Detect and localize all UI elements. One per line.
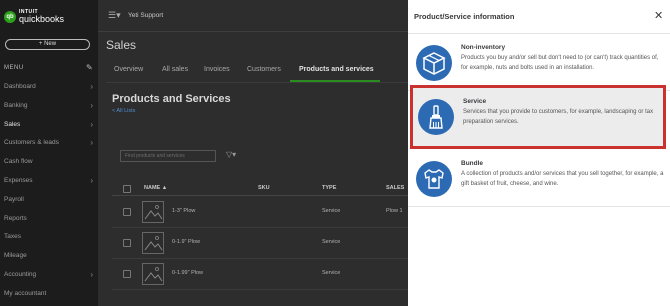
- cell-type: Service: [322, 208, 341, 214]
- sidebar-item-my-accountant[interactable]: My accountant: [0, 285, 98, 303]
- sidebar-item-label: Accounting: [4, 271, 37, 278]
- sidebar-item-taxes[interactable]: Taxes: [0, 228, 98, 246]
- sidebar-item-reports[interactable]: Reports: [0, 210, 98, 228]
- tab-customers[interactable]: Customers: [247, 66, 281, 73]
- tab-all-sales[interactable]: All sales: [162, 66, 188, 73]
- section-title: Products and Services: [112, 93, 231, 105]
- row-checkbox[interactable]: [123, 239, 131, 247]
- sidebar-item-label: Reports: [4, 214, 27, 222]
- row-checkbox[interactable]: [123, 270, 131, 278]
- left-sidebar: qb INTUIT quickbooks + New MENU ✎ Dashbo…: [0, 0, 98, 306]
- paintbrush-icon: [418, 99, 454, 135]
- chevron-right-icon: ›: [90, 100, 93, 110]
- page-title: Sales: [106, 38, 137, 52]
- sidebar-item-expenses[interactable]: Expenses ›: [0, 172, 98, 190]
- sales-tabs: Overview All sales Invoices Customers Pr…: [98, 66, 408, 80]
- cell-name[interactable]: 0-1.9" Plow: [172, 239, 200, 245]
- product-image-placeholder: [142, 263, 164, 285]
- sidebar-item-label: Customers & leads: [4, 139, 59, 147]
- product-image-placeholder: [142, 232, 164, 254]
- select-all-checkbox[interactable]: [123, 185, 131, 193]
- column-name[interactable]: NAME ▲: [144, 185, 167, 191]
- tab-overview[interactable]: Overview: [114, 66, 143, 73]
- sidebar-item-accounting[interactable]: Accounting ›: [0, 266, 98, 284]
- new-button[interactable]: + New: [5, 39, 90, 50]
- chevron-right-icon: ›: [90, 270, 93, 279]
- sidebar-item-sales[interactable]: Sales ›: [0, 116, 98, 134]
- option-description: Products you buy and/or sell but don't n…: [461, 55, 659, 71]
- menu-header: MENU: [4, 65, 24, 71]
- table-row[interactable]: 0-1.99" Plow Service: [112, 259, 408, 290]
- app-window: qb INTUIT quickbooks + New MENU ✎ Dashbo…: [0, 0, 670, 306]
- image-placeholder-icon: [144, 236, 163, 251]
- table-row[interactable]: 0-1.9" Plow Service: [112, 228, 408, 259]
- sidebar-item-label: Expenses: [4, 177, 33, 184]
- option-service[interactable]: Service Services that you provide to cus…: [410, 85, 666, 149]
- sidebar-item-mileage[interactable]: Mileage: [0, 247, 98, 265]
- search-input[interactable]: Find products and services: [120, 150, 216, 162]
- logo-product-text: quickbooks: [19, 14, 65, 24]
- chevron-right-icon: ›: [90, 82, 93, 91]
- sidebar-item-dashboard[interactable]: Dashboard ›: [0, 78, 98, 96]
- table-header: NAME ▲ SKU TYPE SALES: [112, 182, 408, 196]
- sidebar-item-label: Taxes: [4, 233, 21, 241]
- column-type[interactable]: TYPE: [322, 185, 336, 191]
- cell-name[interactable]: 1-3" Plow: [172, 208, 195, 214]
- product-service-drawer: Product/Service information ✕ Non-invent…: [408, 0, 670, 306]
- option-non-inventory[interactable]: Non-inventory Products you buy and/or se…: [408, 34, 670, 91]
- chevron-right-icon: ›: [90, 119, 93, 129]
- all-lists-link[interactable]: < All Lists: [112, 108, 135, 114]
- sidebar-item-cash-flow[interactable]: Cash flow: [0, 153, 98, 171]
- option-name: Non-inventory: [461, 44, 506, 51]
- sidebar-item-label: Payroll: [4, 195, 24, 203]
- sidebar-item-label: My accountant: [4, 289, 47, 297]
- option-description: A collection of products and/or services…: [461, 171, 664, 187]
- cell-sales: Plow 1: [386, 208, 403, 214]
- company-name[interactable]: Yeti Support: [128, 12, 163, 19]
- hamburger-menu-icon[interactable]: ☰▾: [108, 10, 121, 21]
- image-placeholder-icon: [144, 205, 163, 220]
- cell-type: Service: [322, 270, 341, 276]
- close-icon[interactable]: ✕: [654, 9, 663, 22]
- filter-funnel-icon[interactable]: ▽▾: [226, 150, 236, 159]
- drawer-header: Product/Service information ✕: [408, 0, 670, 34]
- drawer-title: Product/Service information: [414, 12, 515, 21]
- option-name: Service: [463, 98, 487, 105]
- chevron-right-icon: ›: [90, 176, 93, 185]
- column-sales[interactable]: SALES: [386, 185, 404, 191]
- top-bar: ☰▾ Yeti Support: [98, 0, 408, 32]
- tab-invoices[interactable]: Invoices: [204, 66, 230, 73]
- sidebar-item-label: Sales: [4, 120, 21, 128]
- chevron-right-icon: ›: [90, 138, 93, 148]
- sidebar-item-label: Mileage: [4, 252, 27, 260]
- main-content: ☰▾ Yeti Support Sales Overview All sales…: [98, 0, 408, 306]
- cell-type: Service: [322, 239, 341, 245]
- product-image-placeholder: [142, 201, 164, 223]
- row-checkbox[interactable]: [123, 208, 131, 216]
- sidebar-item-label: Dashboard: [4, 83, 36, 90]
- sidebar-item-label: Cash flow: [4, 158, 33, 166]
- column-sku[interactable]: SKU: [258, 185, 270, 191]
- tab-products-and-services[interactable]: Products and services: [299, 66, 374, 73]
- sidebar-item-label: Banking: [4, 101, 28, 109]
- qb-badge-icon: qb: [4, 11, 16, 23]
- cell-name[interactable]: 0-1.99" Plow: [172, 270, 203, 276]
- sidebar-item-payroll[interactable]: Payroll: [0, 191, 98, 209]
- box-icon: [416, 45, 452, 81]
- option-bundle[interactable]: Bundle A collection of products and/or s…: [408, 150, 670, 207]
- tabs-divider: [106, 82, 408, 83]
- option-description: Services that you provide to customers, …: [463, 109, 654, 125]
- option-name: Bundle: [461, 160, 484, 167]
- sidebar-item-banking[interactable]: Banking ›: [0, 97, 98, 115]
- edit-pencil-icon[interactable]: ✎: [86, 63, 93, 72]
- shirt-icon: [416, 161, 452, 197]
- active-tab-indicator: [290, 80, 380, 82]
- sidebar-item-customers-leads[interactable]: Customers & leads ›: [0, 134, 98, 152]
- quickbooks-logo[interactable]: qb INTUIT quickbooks: [4, 9, 94, 27]
- image-placeholder-icon: [144, 267, 163, 282]
- table-row[interactable]: 1-3" Plow Service Plow 1: [112, 197, 408, 228]
